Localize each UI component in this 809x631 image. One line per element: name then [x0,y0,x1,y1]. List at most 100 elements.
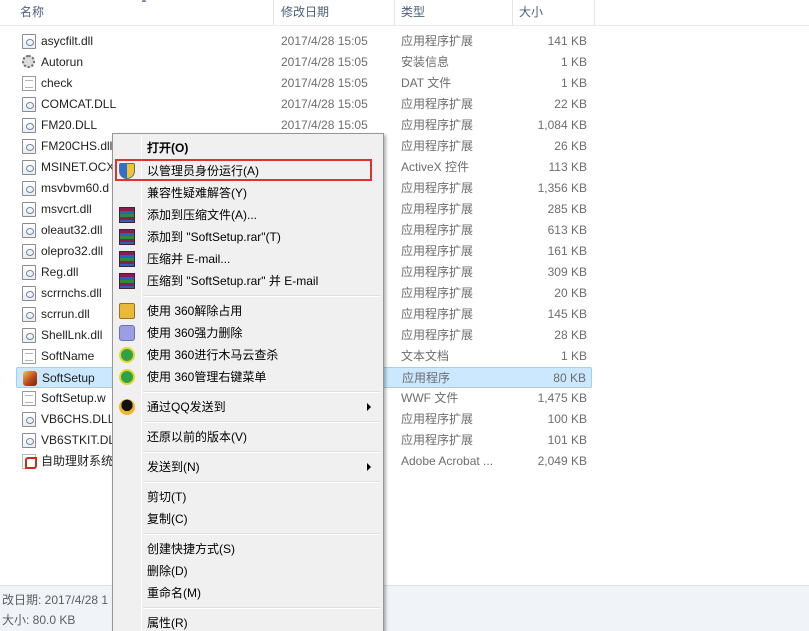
menu-label-send-to: 发送到(N) [147,460,200,474]
menu-item-360-force-delete[interactable]: 使用 360强力删除 [115,322,381,344]
360-unlock-icon [119,303,135,319]
menu-label-360-force-delete: 使用 360强力删除 [147,326,243,340]
file-name: scrrnchs.dll [41,286,102,300]
file-size: 2,049 KB [537,454,587,468]
menu-item-create-shortcut[interactable]: 创建快捷方式(S) [115,538,381,560]
context-menu: 打开(O) 以管理员身份运行(A) 兼容性疑难解答(Y) 添加到压缩文件(A).… [112,133,384,631]
column-header-name[interactable]: 名称 [14,0,274,26]
file-row[interactable]: asycfilt.dll 2017/4/28 15:05 应用程序扩展 141 KB [16,31,592,52]
menu-label-create-shortcut: 创建快捷方式(S) [147,542,235,556]
360-shredder-icon [119,325,135,341]
menu-separator [143,481,380,483]
file-type: 应用程序扩展 [401,328,474,342]
file-size: 1 KB [560,55,587,69]
document-icon [22,76,36,91]
file-size: 80 KB [553,371,586,385]
file-type: 应用程序扩展 [401,118,474,132]
status-file-size: 大小: 80.0 KB [2,613,76,627]
menu-label-properties: 属性(R) [147,616,188,630]
menu-item-360-unlock[interactable]: 使用 360解除占用 [115,300,381,322]
menu-item-360-manage-menu[interactable]: 使用 360管理右键菜单 [115,366,381,388]
menu-item-add-archive[interactable]: 添加到压缩文件(A)... [115,204,381,226]
menu-label-compress-email: 压缩并 E-mail... [147,252,231,266]
file-type: DAT 文件 [401,76,452,90]
menu-label-compat: 兼容性疑难解答(Y) [147,186,247,200]
winrar-icon [119,207,135,223]
menu-item-compress-email[interactable]: 压缩并 E-mail... [115,248,381,270]
file-type: WWF 文件 [401,391,459,405]
file-size: 1,356 KB [537,181,587,195]
file-size: 145 KB [547,307,587,321]
file-name: MSINET.OCX [41,160,115,174]
file-name: asycfilt.dll [41,34,94,48]
menu-item-send-qq[interactable]: 通过QQ发送到 [115,396,381,418]
file-date: 2017/4/28 15:05 [281,76,368,90]
file-name: COMCAT.DLL [41,97,117,111]
menu-label-restore-versions: 还原以前的版本(V) [147,430,247,444]
dll-icon [22,244,36,259]
file-row[interactable]: check 2017/4/28 15:05 DAT 文件 1 KB [16,73,592,94]
file-size: 1,475 KB [537,391,587,405]
file-row[interactable]: Autorun 2017/4/28 15:05 安装信息 1 KB [16,52,592,73]
file-type: 应用程序扩展 [401,412,474,426]
file-type: 应用程序扩展 [401,307,474,321]
file-type: 安装信息 [401,55,450,69]
file-name: msvcrt.dll [41,202,92,216]
menu-item-rename[interactable]: 重命名(M) [115,582,381,604]
menu-item-add-rar[interactable]: 添加到 "SoftSetup.rar"(T) [115,226,381,248]
dll-icon [22,433,36,448]
file-type: 应用程序扩展 [401,181,474,195]
column-header-type[interactable]: 类型 [395,0,513,26]
file-size: 161 KB [547,244,587,258]
file-name: check [41,76,73,90]
file-size: 28 KB [554,328,587,342]
file-row[interactable]: COMCAT.DLL 2017/4/28 15:05 应用程序扩展 22 KB [16,94,592,115]
document-icon [22,349,36,364]
file-name: olepro32.dll [41,244,104,258]
file-size: 1 KB [560,349,587,363]
menu-item-open[interactable]: 打开(O) [115,137,381,159]
menu-item-copy[interactable]: 复制(C) [115,508,381,530]
file-name: SoftName [41,349,95,363]
file-size: 309 KB [547,265,587,279]
menu-item-compress-rar-email[interactable]: 压缩到 "SoftSetup.rar" 并 E-mail [115,270,381,292]
file-type: 应用程序扩展 [401,265,474,279]
file-type: 文本文档 [401,349,450,363]
settings-file-icon [22,55,35,68]
menu-separator [143,451,380,453]
menu-item-properties[interactable]: 属性(R) [115,612,381,631]
menu-item-cut[interactable]: 剪切(T) [115,486,381,508]
winrar-icon [119,229,135,245]
document-icon [22,391,36,406]
column-header-size[interactable]: 大小 [513,0,595,26]
file-size: 22 KB [554,97,587,111]
file-name: FM20.DLL [41,118,98,132]
menu-label-add-rar: 添加到 "SoftSetup.rar"(T) [147,230,281,244]
file-type: 应用程序扩展 [401,244,474,258]
menu-label-360-manage-menu: 使用 360管理右键菜单 [147,370,267,384]
file-name: msvbvm60.d [41,181,110,195]
menu-label-rename: 重命名(M) [147,586,201,600]
menu-item-send-to[interactable]: 发送到(N) [115,456,381,478]
file-name: SoftSetup [42,371,95,385]
360-security-icon [119,347,135,363]
dll-icon [22,181,36,196]
menu-item-delete[interactable]: 删除(D) [115,560,381,582]
file-size: 1 KB [560,76,587,90]
dll-icon [22,34,36,49]
dll-icon [22,202,36,217]
winrar-icon [119,273,135,289]
menu-label-compress-rar-email: 压缩到 "SoftSetup.rar" 并 E-mail [147,274,319,288]
dll-icon [22,160,36,175]
dll-icon [22,328,36,343]
dll-icon [22,307,36,322]
column-header-date[interactable]: 修改日期 [275,0,395,26]
menu-label-send-qq: 通过QQ发送到 [147,400,226,414]
menu-item-360-scan[interactable]: 使用 360进行木马云查杀 [115,344,381,366]
menu-item-compat[interactable]: 兼容性疑难解答(Y) [115,182,381,204]
menu-item-restore-versions[interactable]: 还原以前的版本(V) [115,426,381,448]
submenu-arrow-icon [367,403,371,411]
file-type: 应用程序扩展 [401,139,474,153]
file-name: ShellLnk.dll [41,328,103,342]
dll-icon [22,265,36,280]
